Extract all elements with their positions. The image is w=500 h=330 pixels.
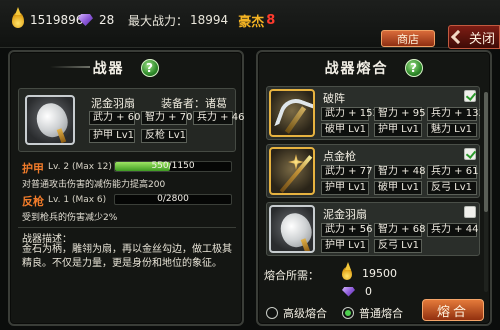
skill-armor-progress: 550/1150 [114,161,232,172]
skill-armor-name: 护甲 [22,162,44,175]
max-power: 最大战力： 18994 豪杰 8 [128,9,275,31]
fusion-item-stat: 武力 + 153 [321,107,379,121]
radio-advanced[interactable] [266,307,278,319]
fusion-item-name: 破阵 [323,92,345,105]
fusion-item-checkbox[interactable] [464,148,476,160]
max-power-value: 18994 [190,13,229,27]
fusion-item[interactable]: 点金枪 武力 + 77 智力 + 48 兵力 + 61 护甲 Lv1 破甲 Lv… [266,144,480,198]
option-advanced-fusion[interactable]: 高级熔合 [266,305,327,321]
fusion-item[interactable]: 泥金羽扇 武力 + 56 智力 + 68 兵力 + 44 护甲 Lv1 反弓 L… [266,202,480,256]
gem-counter: 28 [78,9,114,31]
close-button-label: 关闭 [468,31,495,47]
fusion-cost-gold: 19500 [342,267,397,280]
halberd-icon [269,89,315,137]
gold-icon [12,12,24,28]
feather-fan-icon [25,95,75,145]
help-icon[interactable]: ? [141,59,160,77]
fusion-item-stat: 护甲 Lv1 [321,181,369,195]
fusion-item-stat: 兵力 + 44 [427,223,478,237]
option-normal-fusion[interactable]: 普通熔合 [342,305,403,321]
skill-armor-desc: 对普通攻击伤害的减伤能力提高200 [22,180,166,190]
skill-counter-spear-desc: 受到枪兵的伤害减少2% [22,213,118,223]
weapon-panel: 战器 ? 泥金羽扇 装备者：诸葛亮 武力 + 60 智力 + 70 兵力 + 4… [8,50,244,326]
fusion-item-stat: 武力 + 56 [321,223,372,237]
fusion-item-name: 点金枪 [323,150,356,163]
fusion-item-stat: 反弓 Lv1 [374,239,422,253]
fusion-item-stat: 破甲 Lv1 [374,181,422,195]
gem-icon [78,14,93,26]
gem-icon [342,286,355,297]
option-normal-label: 普通熔合 [359,307,403,320]
radio-normal[interactable] [342,307,354,319]
gold-spear-icon [269,147,315,195]
hero-rank-label: 豪杰 [238,14,265,30]
fusion-item-checkbox[interactable] [464,206,476,218]
weapon-panel-title-text: 战器 [92,61,125,77]
top-bar: 1519896 28 最大战力： 18994 豪杰 8 商店 关闭 [0,0,500,49]
weapon-card: 泥金羽扇 装备者：诸葛亮 武力 + 60 智力 + 70 兵力 + 46 护甲 … [18,88,244,152]
option-advanced-label: 高级熔合 [283,307,327,320]
gold-counter: 1519896 [12,9,83,31]
fusion-item-stat: 反弓 Lv1 [427,181,477,195]
help-icon[interactable]: ? [405,59,424,77]
fusion-item-stat: 魅力 Lv1 [427,123,477,137]
fusion-list-scrollbar[interactable] [484,92,488,292]
shop-button[interactable]: 商店 [381,30,435,47]
back-arrow-icon [450,29,466,45]
fusion-cost-label: 熔合所需： [264,269,319,282]
fusion-item-stat: 破甲 Lv1 [321,123,369,137]
skill-armor-progress-text: 550/1150 [151,161,195,171]
fusion-item-stat: 武力 + 77 [321,165,372,179]
weapon-stat: 反枪 Lv1 [141,129,187,143]
skill-counter-spear-progress: 0/2800 [114,194,232,205]
fusion-cost-gem-value: 0 [365,285,372,298]
gem-value: 28 [99,13,115,27]
description-text: 金石为柄，雕翎为扇，再以金丝勾边，做工极其精良。不仅是力量，更是身份和地位的象征… [22,244,232,269]
max-power-label: 最大战力： [128,13,189,28]
fusion-item-checkbox[interactable] [464,90,476,102]
fusion-panel-title: 战器熔合 ? [258,58,490,80]
skill-counter-spear-name: 反枪 [22,195,44,208]
divider [18,227,236,228]
fusion-item-stat: 兵力 + 61 [427,165,478,179]
hero-rank-level: 8 [266,12,276,28]
skill-armor-level: Lv. 2 (Max 12) [48,162,112,172]
fusion-item-stat: 兵力 + 133 [427,107,480,121]
skill-counter-spear-progress-text: 0/2800 [157,194,189,204]
fusion-item-stat: 智力 + 48 [374,165,425,179]
fusion-item-stat: 护甲 Lv1 [321,239,369,253]
fusion-item-stat: 智力 + 95 [374,107,425,121]
fusion-cost-gem: 0 [342,285,372,298]
fuse-button[interactable]: 熔合 [422,299,484,321]
weapon-stat: 护甲 Lv1 [89,129,135,143]
weapon-name: 泥金羽扇 [91,97,135,110]
fusion-item-stat: 智力 + 68 [374,223,425,237]
weapon-stat: 智力 + 70 [141,111,192,125]
gold-icon [342,267,352,280]
fusion-item[interactable]: 破阵 武力 + 153 智力 + 95 兵力 + 133 破甲 Lv1 护甲 L… [266,86,480,140]
fusion-panel-title-text: 战器熔合 [324,61,389,77]
fusion-item-stat: 护甲 Lv1 [374,123,422,137]
fusion-cost-gold-value: 19500 [362,267,397,280]
weapon-panel-title: 战器 ? [10,58,242,80]
fusion-item-name: 泥金羽扇 [323,208,367,221]
weapon-stat: 兵力 + 46 [193,111,244,125]
skill-counter-spear-level: Lv. 1 (Max 6) [48,195,107,205]
fusion-panel: 战器熔合 ? 破阵 武力 + 153 智力 + 95 兵力 + 133 破甲 L… [256,50,492,326]
feather-fan-icon [269,205,315,253]
close-button[interactable]: 关闭 [448,25,500,49]
weapon-stat: 武力 + 60 [89,111,140,125]
gold-value: 1519896 [30,13,84,27]
